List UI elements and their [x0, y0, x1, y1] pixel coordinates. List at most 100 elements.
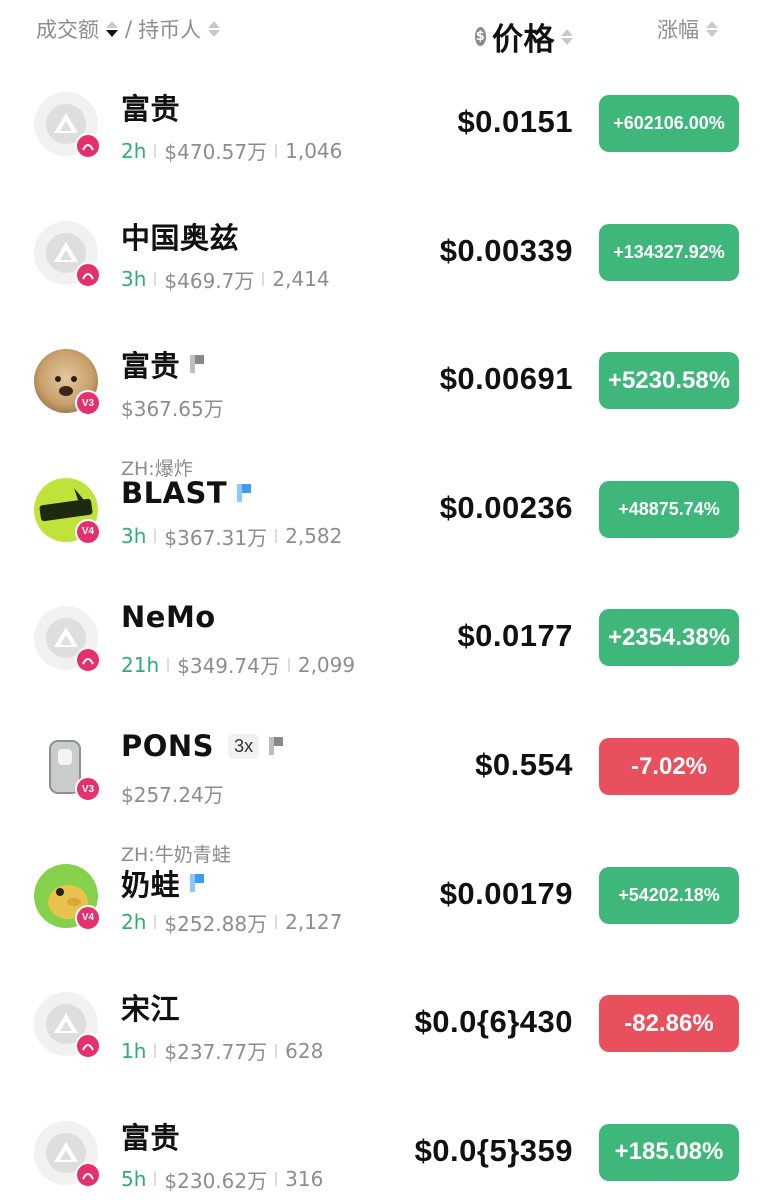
- version-badge-icon: V3: [75, 776, 101, 802]
- token-name-line: NeMo: [121, 600, 216, 634]
- header-slash: /: [125, 17, 133, 41]
- change-badge[interactable]: +2354.38%: [599, 609, 739, 667]
- token-age: 3h: [121, 524, 147, 549]
- meta-divider: [287, 657, 290, 672]
- token-name[interactable]: BLAST: [121, 476, 227, 510]
- change-badge[interactable]: +134327.92%: [599, 223, 739, 281]
- table-row[interactable]: NeMo 21h $349.74万 2,099 $0.0177 +2354.38%: [0, 574, 773, 702]
- token-name[interactable]: 奶蛙: [121, 862, 180, 904]
- token-avatar: V3: [34, 735, 101, 802]
- token-price: $0.0{6}430: [414, 1004, 573, 1040]
- token-age: 1h: [121, 1038, 147, 1063]
- token-meta: $367.65万: [121, 393, 224, 422]
- version-badge-icon: [75, 1033, 101, 1060]
- sort-volume-holders[interactable]: 成交额 / 持币人: [36, 14, 221, 44]
- holders-sort-icon[interactable]: [207, 18, 221, 40]
- token-name-line: 富贵: [121, 343, 205, 385]
- price-label[interactable]: 价格: [492, 14, 555, 59]
- token-volume: $252.88万: [164, 911, 268, 936]
- token-avatar: V4: [34, 863, 101, 931]
- token-holders: 316: [285, 1167, 324, 1192]
- meta-divider: [154, 143, 157, 158]
- token-name[interactable]: 中国奥兹: [121, 215, 239, 257]
- token-volume: $469.7万: [164, 268, 255, 293]
- token-name-line: PONS 3x: [121, 729, 284, 763]
- token-name[interactable]: NeMo: [121, 600, 216, 634]
- table-row[interactable]: 宋江 1h $237.77万 628 $0.0{6}430 -82.86%: [0, 960, 773, 1088]
- token-meta: 2h $470.57万 1,046: [121, 136, 342, 165]
- change-badge[interactable]: +185.08%: [599, 1123, 739, 1181]
- token-avatar: [34, 606, 101, 674]
- token-price: $0.0{5}359: [414, 1132, 573, 1168]
- version-badge-icon: V4: [75, 904, 101, 931]
- table-row[interactable]: V4 ZH:牛奶青蛙 奶蛙 2h $252.88万 2,127 $0.00179 +54202…: [0, 832, 773, 960]
- table-row[interactable]: 中国奥兹 3h $469.7万 2,414 $0.00339 +134327.92%: [0, 189, 773, 317]
- meta-divider: [167, 657, 170, 672]
- price-sort-icon[interactable]: [561, 26, 573, 48]
- token-name-line: 奶蛙: [121, 862, 205, 904]
- meta-divider: [275, 529, 278, 544]
- token-meta: 3h $469.7万 2,414: [121, 265, 330, 294]
- change-badge[interactable]: +602106.00%: [599, 95, 739, 152]
- token-name[interactable]: 富贵: [121, 343, 180, 385]
- change-badge[interactable]: -82.86%: [599, 995, 739, 1053]
- version-badge-icon: [75, 133, 101, 159]
- token-price: $0.00339: [439, 232, 573, 268]
- change-badge[interactable]: -7.02%: [599, 738, 739, 795]
- token-price: $0.00179: [439, 875, 573, 911]
- token-meta: 5h $230.62万 316: [121, 1165, 323, 1194]
- token-price: $0.00691: [439, 361, 573, 397]
- token-volume: $237.77万: [164, 1040, 268, 1065]
- meta-divider: [154, 529, 157, 544]
- leverage-badge: 3x: [228, 733, 260, 759]
- token-name-line: 富贵: [121, 1115, 180, 1157]
- table-row[interactable]: V3 富贵 $367.65万 $0.00691 +5230.58%: [0, 317, 773, 445]
- change-sort-icon[interactable]: [705, 18, 719, 40]
- token-name-line: BLAST: [121, 476, 252, 510]
- volume-label[interactable]: 成交额: [36, 14, 99, 44]
- table-row[interactable]: V4 ZH:爆炸 BLAST 3h $367.31万 2,582 $0.00236 +4887…: [0, 446, 773, 574]
- token-volume: $470.57万: [164, 140, 268, 164]
- token-volume: $367.31万: [164, 525, 268, 550]
- token-age: 3h: [121, 267, 147, 292]
- token-price: $0.554: [475, 747, 573, 782]
- meta-divider: [154, 915, 157, 930]
- sort-price[interactable]: $ 价格: [475, 14, 573, 59]
- token-name[interactable]: PONS: [121, 729, 214, 763]
- table-row[interactable]: 富贵 2h $470.57万 1,046 $0.0151 +602106.00%: [0, 60, 773, 188]
- token-price: $0.00236: [439, 489, 573, 525]
- version-badge-label: V4: [81, 526, 95, 538]
- token-name[interactable]: 富贵: [121, 86, 180, 128]
- flag-icon: [237, 483, 252, 502]
- meta-divider: [275, 1172, 278, 1187]
- change-label[interactable]: 涨幅: [657, 14, 699, 44]
- table-row[interactable]: V3 PONS 3x $257.24万 $0.554 -7.02%: [0, 703, 773, 831]
- holders-label[interactable]: 持币人: [138, 14, 201, 44]
- volume-sort-icon[interactable]: [105, 18, 119, 40]
- token-name-line: 中国奥兹: [121, 215, 239, 257]
- sort-change[interactable]: 涨幅: [657, 14, 719, 44]
- token-meta: 21h $349.74万 2,099: [121, 650, 355, 679]
- meta-divider: [154, 1043, 157, 1058]
- change-badge[interactable]: +48875.74%: [599, 480, 739, 538]
- token-avatar: [34, 220, 101, 288]
- token-holders: 628: [285, 1038, 324, 1063]
- token-volume: $367.65万: [121, 397, 224, 422]
- token-meta: 2h $252.88万 2,127: [121, 908, 342, 937]
- token-age: 21h: [121, 652, 160, 677]
- token-volume: $230.62万: [164, 1168, 268, 1193]
- dollar-coin-icon[interactable]: $: [475, 27, 486, 46]
- version-badge-icon: [75, 261, 101, 288]
- version-badge-icon: [75, 647, 101, 674]
- token-holders: 2,099: [297, 652, 356, 677]
- token-avatar: V3: [34, 349, 101, 417]
- version-badge-icon: [75, 1161, 101, 1188]
- version-badge-label: V3: [81, 397, 95, 409]
- token-name[interactable]: 宋江: [121, 986, 180, 1028]
- token-name-line: 富贵: [121, 86, 180, 128]
- change-badge[interactable]: +5230.58%: [599, 352, 739, 410]
- change-badge[interactable]: +54202.18%: [599, 866, 739, 924]
- token-name[interactable]: 富贵: [121, 1115, 180, 1157]
- token-age: 5h: [121, 1167, 147, 1192]
- table-row[interactable]: 富贵 5h $230.62万 316 $0.0{5}359 +185.08%: [0, 1089, 773, 1200]
